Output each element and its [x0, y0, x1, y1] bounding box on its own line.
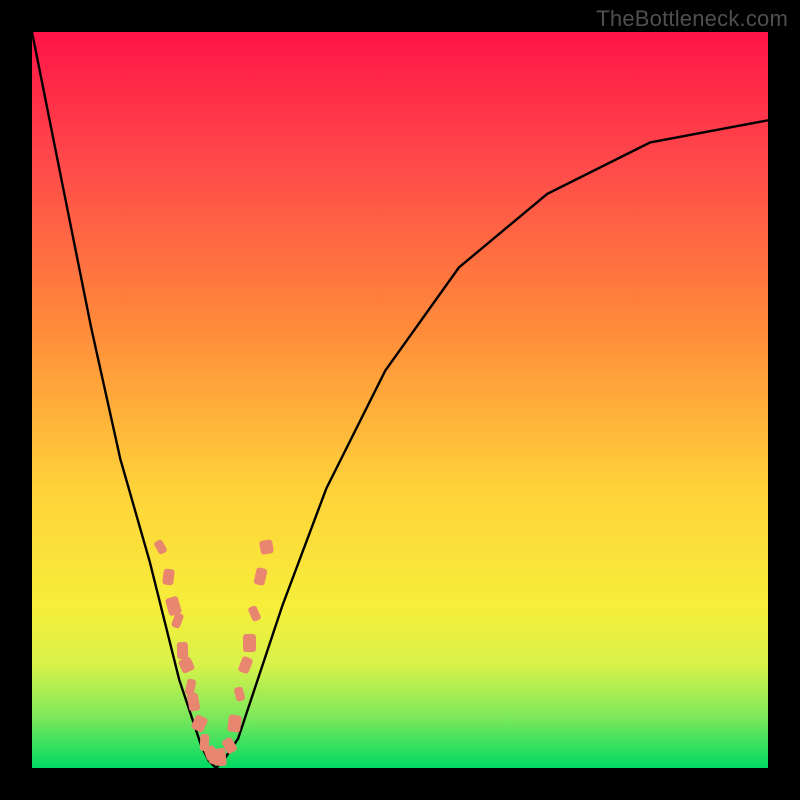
confetti-dot: [227, 715, 242, 734]
watermark-label: TheBottleneck.com: [596, 6, 788, 32]
curve-path: [32, 32, 768, 768]
confetti-dot: [242, 634, 255, 652]
plot-area: [32, 32, 768, 768]
chart-frame: TheBottleneck.com: [0, 0, 800, 800]
bottleneck-curve: [32, 32, 768, 768]
confetti-dot: [258, 539, 273, 555]
confetti-dot: [162, 568, 175, 585]
